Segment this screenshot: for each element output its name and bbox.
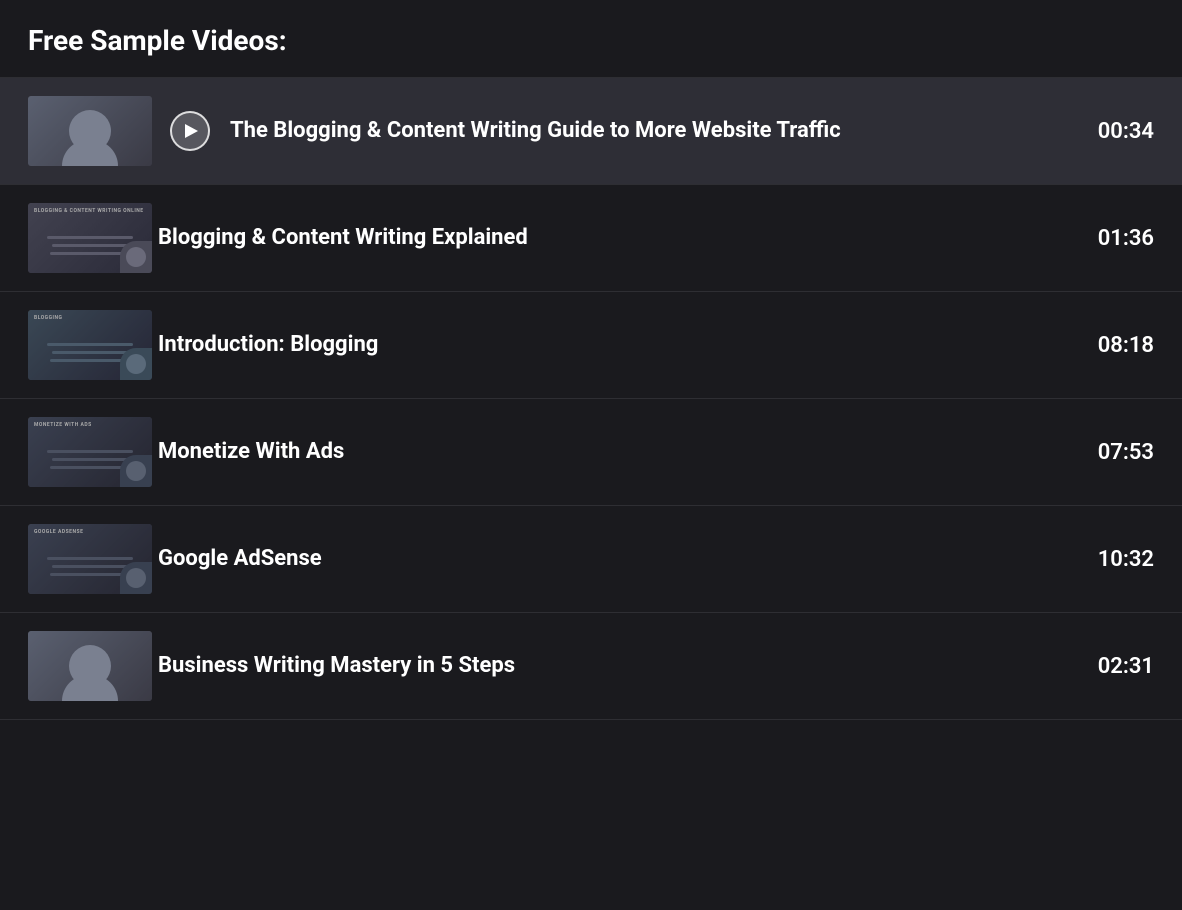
video-title: Monetize With Ads: [152, 438, 1064, 467]
video-duration: 10:32: [1084, 547, 1154, 572]
play-button[interactable]: [170, 111, 210, 151]
list-item[interactable]: BLOGGING Introduction: Blogging 08:18: [0, 292, 1182, 399]
page-header: Free Sample Videos:: [0, 0, 1182, 78]
video-thumbnail: [28, 631, 152, 701]
video-list: The Blogging & Content Writing Guide to …: [0, 78, 1182, 720]
video-title: The Blogging & Content Writing Guide to …: [224, 117, 1064, 146]
video-title: Google AdSense: [152, 545, 1064, 574]
play-button-wrap[interactable]: [170, 111, 210, 151]
list-item[interactable]: GOOGLE ADSENSE Google AdSense 10:32: [0, 506, 1182, 613]
video-thumbnail: MONETIZE WITH ADS: [28, 417, 152, 487]
video-duration: 07:53: [1084, 440, 1154, 465]
video-duration: 01:36: [1084, 226, 1154, 251]
play-icon: [185, 124, 198, 138]
page-container: Free Sample Videos: The Blogging & Conte…: [0, 0, 1182, 720]
video-thumbnail: BLOGGING: [28, 310, 152, 380]
video-duration: 02:31: [1084, 654, 1154, 679]
list-item[interactable]: The Blogging & Content Writing Guide to …: [0, 78, 1182, 185]
video-duration: 00:34: [1084, 119, 1154, 144]
page-title: Free Sample Videos:: [28, 24, 1154, 57]
video-title: Business Writing Mastery in 5 Steps: [152, 652, 1064, 681]
video-title: Introduction: Blogging: [152, 331, 1064, 360]
list-item[interactable]: MONETIZE WITH ADS Monetize With Ads 07:5…: [0, 399, 1182, 506]
video-thumbnail: [28, 96, 152, 166]
list-item[interactable]: Business Writing Mastery in 5 Steps 02:3…: [0, 613, 1182, 720]
video-duration: 08:18: [1084, 333, 1154, 358]
video-thumbnail: GOOGLE ADSENSE: [28, 524, 152, 594]
list-item[interactable]: BLOGGING & CONTENT WRITING ONLINE Bloggi…: [0, 185, 1182, 292]
video-thumbnail: BLOGGING & CONTENT WRITING ONLINE: [28, 203, 152, 273]
video-title: Blogging & Content Writing Explained: [152, 224, 1064, 253]
